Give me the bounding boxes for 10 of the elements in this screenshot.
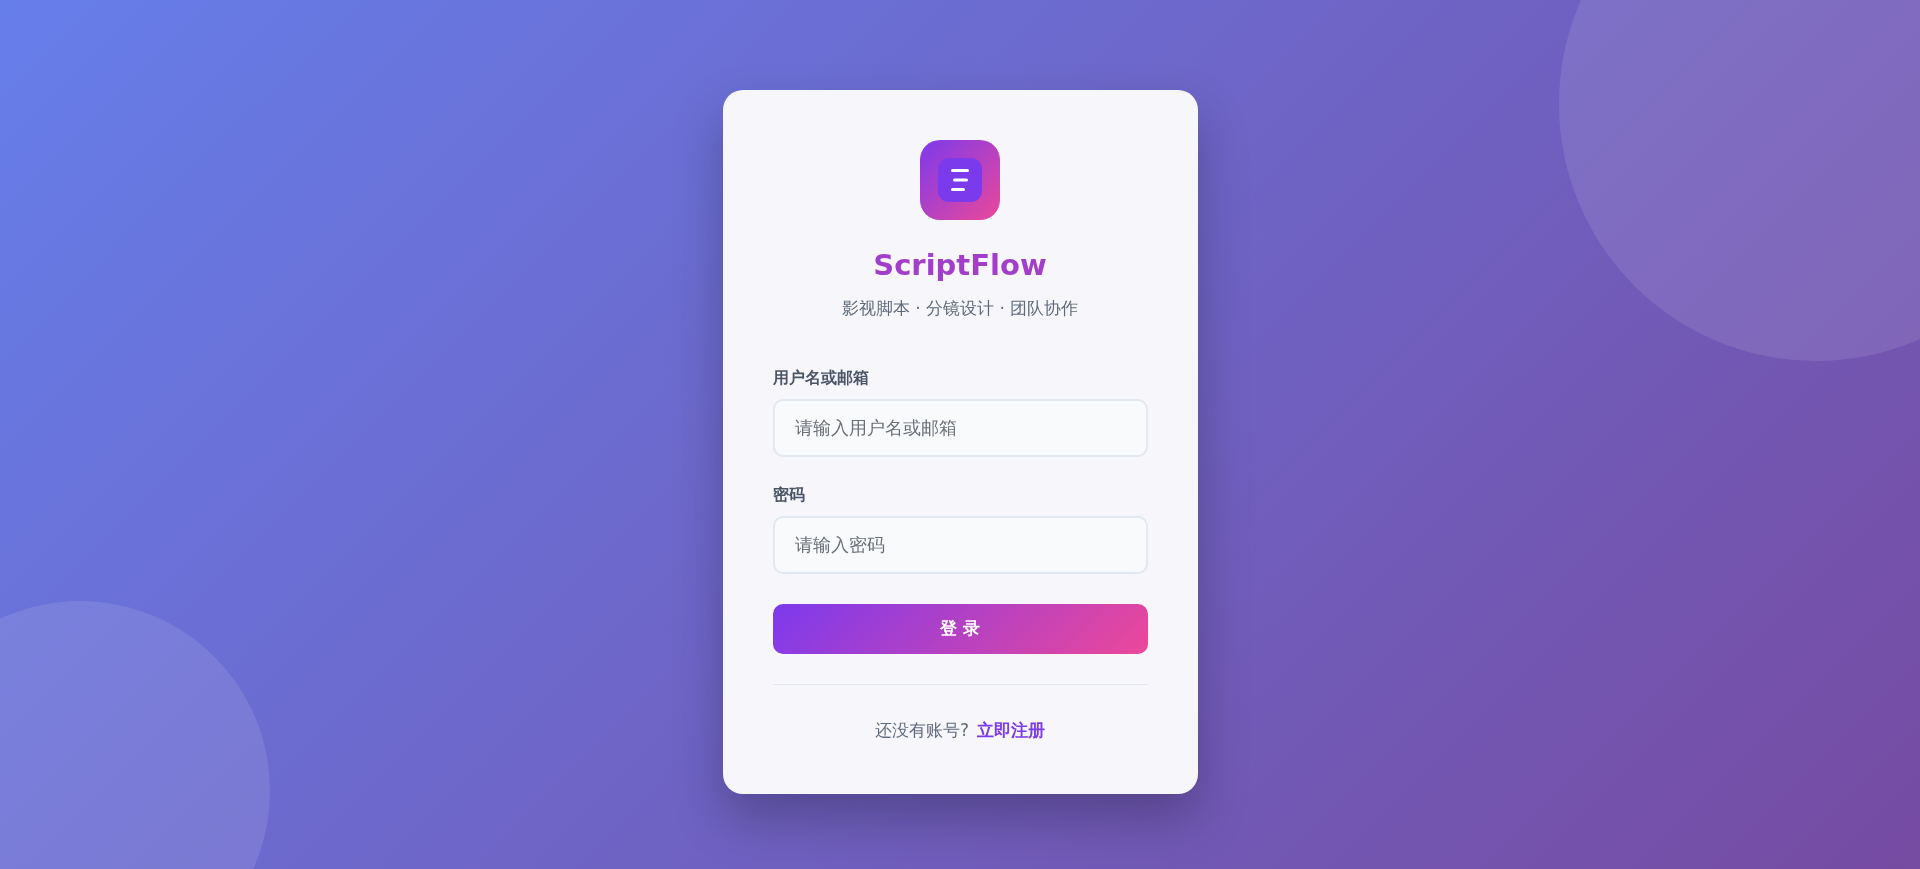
field-label: 用户名或邮箱 (772, 367, 869, 389)
signup-prompt: 还没有账号? (875, 718, 969, 742)
field-label: 密码 (772, 484, 805, 506)
tagline: 影视脚本 · 分镜设计 · 团队协作 (841, 296, 1079, 320)
signup-link[interactable]: 立即注册 (977, 718, 1045, 742)
app-title: ScriptFlow (873, 248, 1047, 283)
logo-icon (920, 140, 1000, 220)
input-field[interactable]: 请输入用户名或邮箱 (772, 398, 1148, 457)
input-field[interactable]: 请输入密码 (772, 515, 1148, 574)
login-button[interactable]: 登 录 (772, 603, 1148, 654)
